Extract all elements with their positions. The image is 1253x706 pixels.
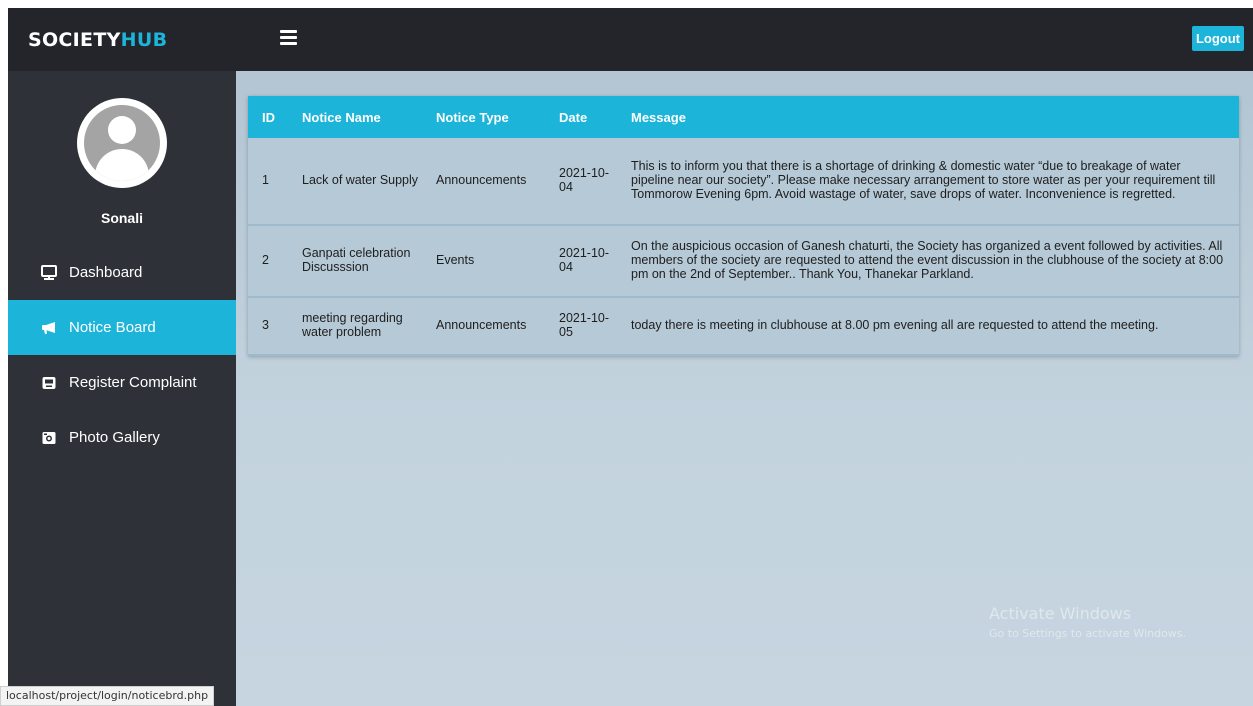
watermark-title: Activate Windows — [989, 604, 1132, 623]
column-header-notice-name: Notice Name — [302, 109, 381, 125]
sidebar-item-dashboard[interactable]: Dashboard — [8, 245, 236, 300]
notice-table: ID Notice Name Notice Type Date Message … — [248, 96, 1239, 356]
cell-id: 2 — [262, 253, 269, 268]
sidebar-item-label: Dashboard — [69, 264, 143, 281]
cell-date: 2021-10-04 — [559, 166, 610, 194]
sidebar-item-label: Notice Board — [69, 319, 156, 336]
column-header-id: ID — [262, 109, 275, 125]
avatar — [77, 98, 167, 188]
camera-icon — [41, 430, 57, 446]
cell-notice-name: Lack of water Supply — [302, 173, 419, 188]
inbox-icon — [41, 375, 57, 391]
sidebar-item-label: Photo Gallery — [69, 429, 160, 446]
main-content: ID Notice Name Notice Type Date Message … — [236, 71, 1253, 706]
menu-toggle-icon[interactable] — [280, 30, 297, 45]
cell-notice-name: Ganpati celebration Discusssion — [302, 246, 411, 274]
brand-hub-text: HUB — [120, 29, 168, 51]
bullhorn-icon — [41, 320, 57, 336]
sidebar-item-label: Register Complaint — [69, 374, 197, 391]
sidebar-item-register-complaint[interactable]: Register Complaint — [8, 355, 236, 410]
sidebar: Sonali Dashboard Notice Board Register C… — [8, 71, 236, 706]
brand-logo[interactable]: SOCIETYHUB — [28, 29, 167, 51]
column-header-date: Date — [559, 109, 588, 125]
watermark-subtitle: Go to Settings to activate Windows. — [989, 627, 1187, 640]
user-icon — [84, 105, 160, 181]
username-label: Sonali — [100, 210, 143, 226]
cell-message: today there is meeting in clubhouse at 8… — [631, 318, 1159, 333]
cell-message: On the auspicious occasion of Ganesh cha… — [631, 239, 1224, 281]
notice-table-card: ID Notice Name Notice Type Date Message … — [248, 96, 1239, 356]
sidebar-item-photo-gallery[interactable]: Photo Gallery — [8, 410, 236, 465]
status-bar-url: localhost/project/login/noticebrd.php — [0, 686, 215, 706]
table-header-row: ID Notice Name Notice Type Date Message — [248, 96, 1239, 138]
column-header-message: Message — [631, 109, 686, 125]
sidebar-item-notice-board[interactable]: Notice Board — [8, 300, 236, 355]
table-row: 3 meeting regarding water problem Announ… — [248, 297, 1239, 355]
activate-windows-watermark: Activate Windows Go to Settings to activ… — [989, 604, 1186, 640]
cell-date: 2021-10-04 — [559, 246, 610, 274]
cell-date: 2021-10-05 — [559, 311, 610, 339]
cell-notice-type: Announcements — [436, 173, 527, 188]
sidebar-nav: Dashboard Notice Board Register Complain… — [8, 245, 236, 465]
logout-button[interactable]: Logout — [1191, 26, 1244, 51]
column-header-notice-type: Notice Type — [436, 109, 509, 125]
brand-society-text: SOCIETY — [28, 29, 121, 51]
cell-notice-name: meeting regarding water problem — [302, 311, 403, 339]
app-frame: SOCIETYHUB Logout Sonali Dashboard Notic… — [8, 8, 1253, 706]
monitor-icon — [41, 265, 57, 281]
cell-notice-type: Events — [436, 253, 475, 268]
table-row: 2 Ganpati celebration Discusssion Events… — [248, 225, 1239, 297]
top-header: SOCIETYHUB Logout — [8, 8, 1253, 71]
cell-message: This is to inform you that there is a sh… — [631, 159, 1216, 201]
cell-notice-type: Announcements — [436, 318, 527, 333]
table-row: 1 Lack of water Supply Announcements 202… — [248, 138, 1239, 225]
cell-id: 3 — [262, 318, 269, 333]
cell-id: 1 — [262, 173, 269, 188]
